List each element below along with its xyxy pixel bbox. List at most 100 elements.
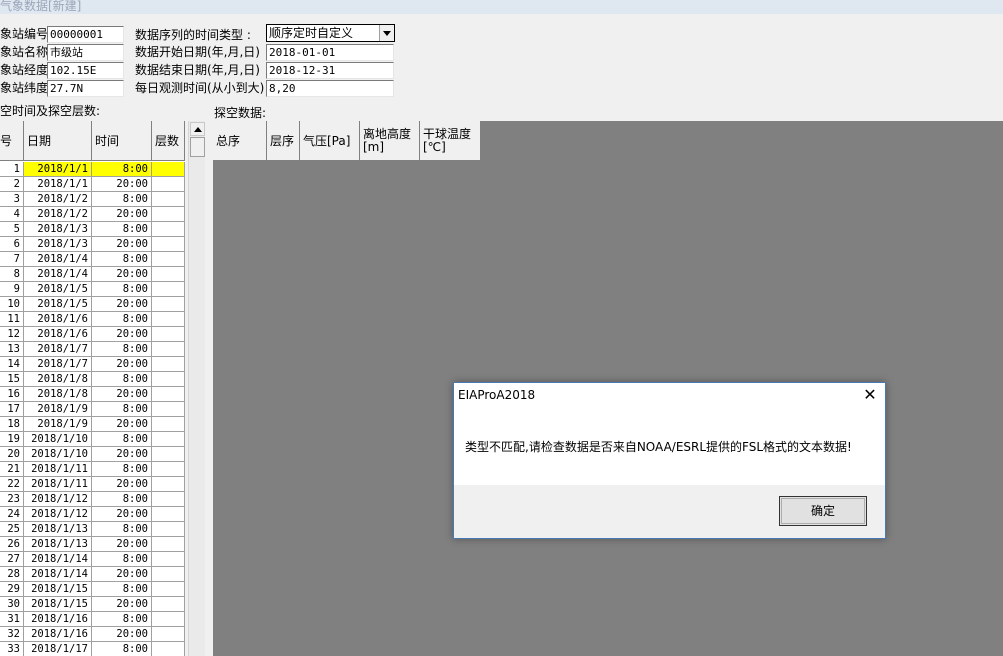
table-row[interactable]: 19 2018/1/10 8:00 — [0, 432, 185, 447]
row-time[interactable]: 8:00 — [92, 582, 152, 597]
ok-button[interactable]: 确定 — [779, 496, 867, 526]
table-row[interactable]: 9 2018/1/5 8:00 — [0, 282, 185, 297]
header-height[interactable]: 离地高度[m] — [360, 121, 420, 161]
table-row[interactable]: 26 2018/1/13 20:00 — [0, 537, 185, 552]
header-total-seq[interactable]: 总序 — [213, 121, 267, 161]
header-level-seq[interactable]: 层序 — [267, 121, 300, 161]
row-number[interactable]: 12 — [0, 327, 24, 342]
row-time[interactable]: 20:00 — [92, 327, 152, 342]
row-time[interactable]: 8:00 — [92, 252, 152, 267]
table-row[interactable]: 11 2018/1/6 8:00 — [0, 312, 185, 327]
table-row[interactable]: 3 2018/1/2 8:00 — [0, 192, 185, 207]
row-levels[interactable] — [152, 567, 185, 582]
vertical-scrollbar[interactable] — [188, 121, 205, 656]
row-number[interactable]: 23 — [0, 492, 24, 507]
row-time[interactable]: 8:00 — [92, 192, 152, 207]
scroll-up-icon[interactable] — [190, 122, 205, 136]
table-row[interactable]: 15 2018/1/8 8:00 — [0, 372, 185, 387]
row-date[interactable]: 2018/1/11 — [24, 462, 92, 477]
table-row[interactable]: 22 2018/1/11 20:00 — [0, 477, 185, 492]
table-row[interactable]: 18 2018/1/9 20:00 — [0, 417, 185, 432]
row-date[interactable]: 2018/1/9 — [24, 402, 92, 417]
row-date[interactable]: 2018/1/10 — [24, 447, 92, 462]
chevron-down-icon[interactable] — [379, 25, 394, 41]
end-date-field[interactable]: 2018-12-31 — [266, 62, 394, 79]
row-time[interactable]: 8:00 — [92, 492, 152, 507]
row-time[interactable]: 8:00 — [92, 612, 152, 627]
row-time[interactable]: 8:00 — [92, 462, 152, 477]
row-time[interactable]: 20:00 — [92, 177, 152, 192]
row-number[interactable]: 28 — [0, 567, 24, 582]
table-row[interactable]: 1 2018/1/1 8:00 — [0, 162, 185, 177]
row-number[interactable]: 15 — [0, 372, 24, 387]
row-number[interactable]: 32 — [0, 627, 24, 642]
table-row[interactable]: 33 2018/1/17 8:00 — [0, 642, 185, 656]
table-row[interactable]: 5 2018/1/3 8:00 — [0, 222, 185, 237]
row-number[interactable]: 9 — [0, 282, 24, 297]
row-date[interactable]: 2018/1/3 — [24, 237, 92, 252]
row-levels[interactable] — [152, 387, 185, 402]
row-number[interactable]: 7 — [0, 252, 24, 267]
table-row[interactable]: 28 2018/1/14 20:00 — [0, 567, 185, 582]
row-levels[interactable] — [152, 447, 185, 462]
row-number[interactable]: 30 — [0, 597, 24, 612]
row-levels[interactable] — [152, 477, 185, 492]
row-levels[interactable] — [152, 267, 185, 282]
row-number[interactable]: 5 — [0, 222, 24, 237]
table-row[interactable]: 30 2018/1/15 20:00 — [0, 597, 185, 612]
row-number[interactable]: 16 — [0, 387, 24, 402]
row-time[interactable]: 20:00 — [92, 447, 152, 462]
row-levels[interactable] — [152, 192, 185, 207]
row-levels[interactable] — [152, 627, 185, 642]
row-number[interactable]: 6 — [0, 237, 24, 252]
row-date[interactable]: 2018/1/8 — [24, 387, 92, 402]
row-time[interactable]: 8:00 — [92, 432, 152, 447]
row-levels[interactable] — [152, 162, 185, 177]
row-date[interactable]: 2018/1/17 — [24, 642, 92, 656]
row-date[interactable]: 2018/1/3 — [24, 222, 92, 237]
row-date[interactable]: 2018/1/2 — [24, 192, 92, 207]
row-levels[interactable] — [152, 417, 185, 432]
table-row[interactable]: 29 2018/1/15 8:00 — [0, 582, 185, 597]
table-row[interactable]: 13 2018/1/7 8:00 — [0, 342, 185, 357]
row-date[interactable]: 2018/1/13 — [24, 537, 92, 552]
row-time[interactable]: 8:00 — [92, 642, 152, 656]
row-levels[interactable] — [152, 357, 185, 372]
row-time[interactable]: 20:00 — [92, 597, 152, 612]
row-time[interactable]: 20:00 — [92, 627, 152, 642]
row-levels[interactable] — [152, 432, 185, 447]
row-time[interactable]: 8:00 — [92, 402, 152, 417]
row-date[interactable]: 2018/1/11 — [24, 477, 92, 492]
row-number[interactable]: 31 — [0, 612, 24, 627]
station-lon-field[interactable]: 102.15E — [47, 62, 124, 79]
row-number[interactable]: 22 — [0, 477, 24, 492]
row-number[interactable]: 26 — [0, 537, 24, 552]
row-number[interactable]: 13 — [0, 342, 24, 357]
header-levels[interactable]: 层数 — [152, 121, 185, 161]
table-row[interactable]: 12 2018/1/6 20:00 — [0, 327, 185, 342]
row-levels[interactable] — [152, 237, 185, 252]
row-date[interactable]: 2018/1/16 — [24, 612, 92, 627]
table-row[interactable]: 24 2018/1/12 20:00 — [0, 507, 185, 522]
row-date[interactable]: 2018/1/2 — [24, 207, 92, 222]
row-date[interactable]: 2018/1/4 — [24, 252, 92, 267]
row-date[interactable]: 2018/1/6 — [24, 327, 92, 342]
row-time[interactable]: 20:00 — [92, 417, 152, 432]
row-levels[interactable] — [152, 207, 185, 222]
header-dry-temp[interactable]: 干球温度[℃] — [420, 121, 481, 161]
header-number[interactable]: 号 — [0, 121, 24, 161]
row-date[interactable]: 2018/1/4 — [24, 267, 92, 282]
row-date[interactable]: 2018/1/5 — [24, 297, 92, 312]
row-levels[interactable] — [152, 612, 185, 627]
row-levels[interactable] — [152, 372, 185, 387]
table-row[interactable]: 20 2018/1/10 20:00 — [0, 447, 185, 462]
table-row[interactable]: 8 2018/1/4 20:00 — [0, 267, 185, 282]
row-number[interactable]: 4 — [0, 207, 24, 222]
row-levels[interactable] — [152, 462, 185, 477]
close-icon[interactable]: ✕ — [861, 386, 879, 404]
row-time[interactable]: 8:00 — [92, 222, 152, 237]
row-time[interactable]: 20:00 — [92, 537, 152, 552]
header-date[interactable]: 日期 — [24, 121, 92, 161]
row-number[interactable]: 1 — [0, 162, 24, 177]
row-levels[interactable] — [152, 312, 185, 327]
